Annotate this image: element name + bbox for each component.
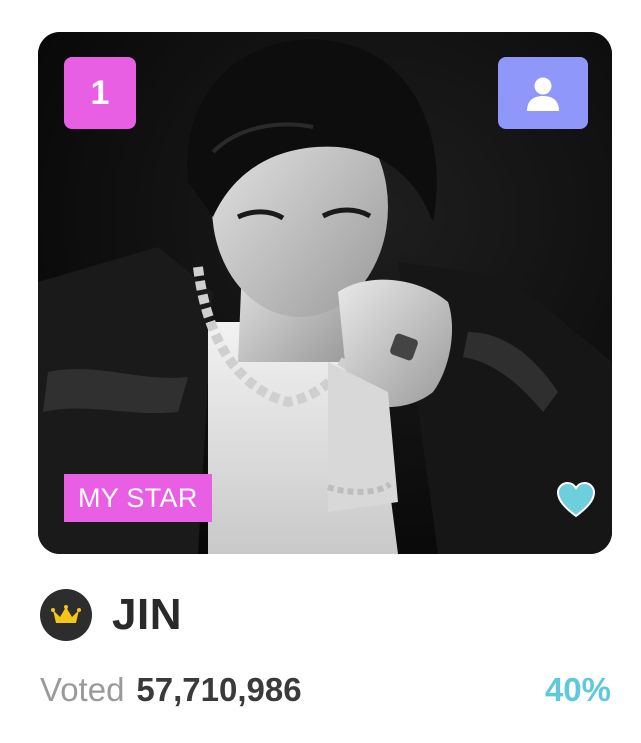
vote-row: Voted 57,710,986 40%: [40, 668, 611, 712]
crown-badge: [40, 589, 92, 641]
crown-icon: [51, 605, 81, 623]
favorite-button[interactable]: [556, 480, 596, 520]
user-icon: [527, 77, 559, 111]
vote-percent: 40%: [544, 671, 611, 708]
vote-count: 57,710,986: [136, 671, 302, 708]
heart-icon: [556, 481, 596, 518]
star-name: JIN: [112, 590, 182, 639]
voted-label: Voted: [40, 671, 125, 708]
profile-button[interactable]: [498, 57, 588, 129]
star-card[interactable]: 1 MY STAR: [38, 32, 612, 554]
star-name-row: JIN: [40, 588, 182, 642]
rank-badge: 1: [64, 57, 136, 129]
my-star-tag: MY STAR: [64, 474, 212, 522]
